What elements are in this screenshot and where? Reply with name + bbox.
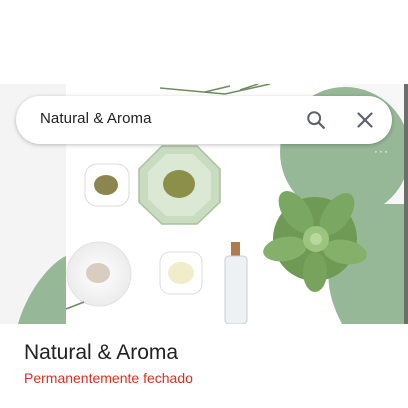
close-button[interactable] [349,104,381,136]
green-powder [163,170,195,198]
round-bowl-powder [86,263,110,283]
place-info-panel: Natural & Aroma Permanentemente fechado [0,324,408,408]
close-icon [357,112,373,128]
search-icon [307,111,325,129]
search-bar[interactable]: Natural & Aroma [16,96,392,144]
glass-bottle [224,255,248,324]
place-title: Natural & Aroma [24,341,179,364]
place-status-text: Permanentemente fechado [24,370,193,386]
search-button[interactable] [300,104,332,136]
square-dish-powder [94,175,118,195]
photo-scroll-edge [404,84,408,324]
bottle-cork [231,242,240,256]
oil-dish-liquid [168,262,194,284]
search-query-text[interactable]: Natural & Aroma [40,110,152,127]
photo-more-indicator: ··· [374,144,389,158]
top-blank-area [0,0,408,84]
